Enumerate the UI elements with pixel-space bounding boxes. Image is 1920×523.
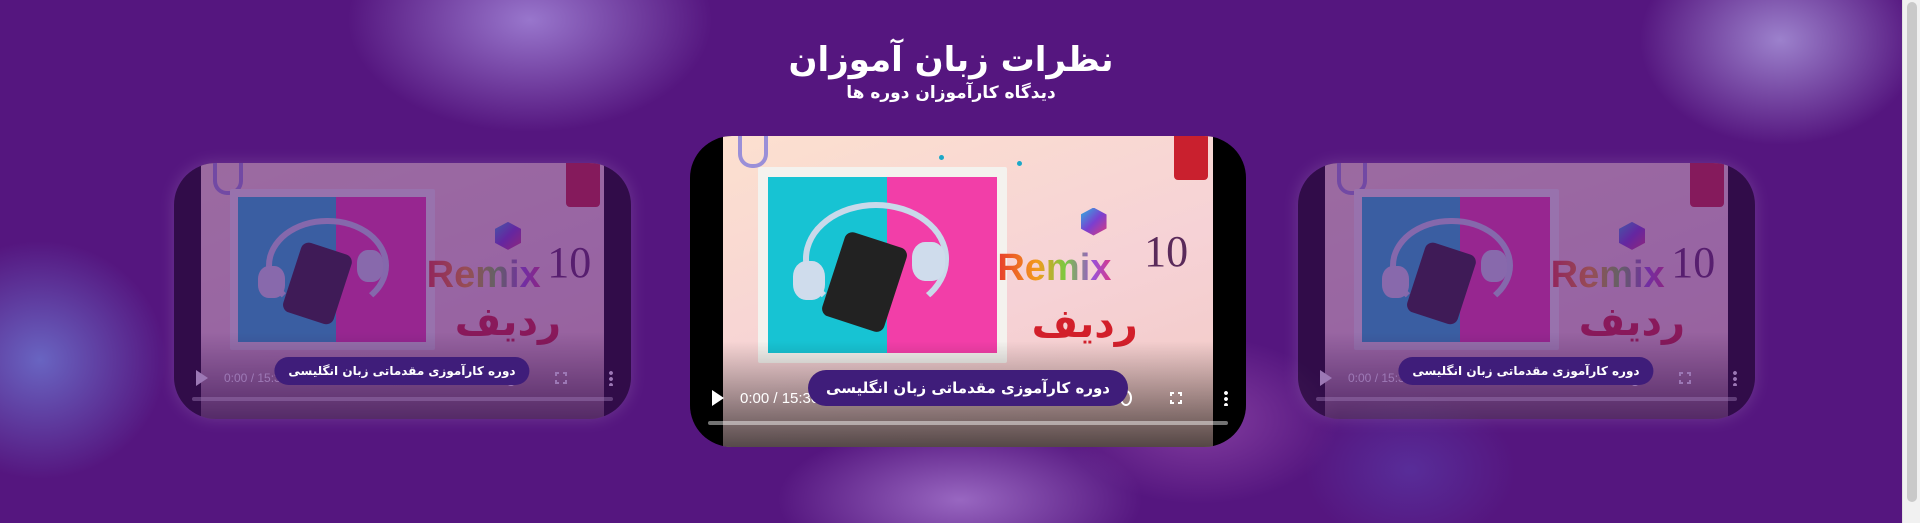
poster-brand: Remix bbox=[1550, 254, 1665, 297]
play-icon[interactable] bbox=[196, 370, 208, 386]
course-label-right: دوره کارآموزی مقدماتی زبان انگلیسی bbox=[1398, 357, 1654, 385]
channel-logo bbox=[1173, 136, 1208, 180]
page-scrollbar[interactable] bbox=[1902, 0, 1920, 523]
more-options-icon[interactable] bbox=[1733, 370, 1737, 386]
channel-logo bbox=[565, 163, 600, 207]
gem-icon bbox=[495, 221, 521, 250]
headphones-photo bbox=[757, 167, 1008, 364]
course-label-left: دوره کارآموزی مقدماتی زبان انگلیسی bbox=[274, 357, 530, 385]
poster-number: 10 bbox=[1144, 227, 1189, 277]
section-heading: نظرات زبان آموزان دیدگاه کارآموزان دوره … bbox=[0, 38, 1902, 104]
section-subtitle: دیدگاه کارآموزان دوره ها bbox=[846, 83, 1056, 103]
play-icon[interactable] bbox=[1320, 370, 1332, 386]
gem-icon bbox=[1619, 221, 1645, 250]
poster-number: 10 bbox=[1671, 237, 1716, 287]
headphones-photo bbox=[1353, 188, 1559, 350]
poster-title: ردیف bbox=[1031, 300, 1138, 347]
fullscreen-icon[interactable] bbox=[1170, 392, 1182, 404]
poster-number: 10 bbox=[547, 237, 592, 287]
progress-bar[interactable] bbox=[708, 421, 1228, 425]
fullscreen-icon[interactable] bbox=[555, 372, 567, 384]
video-time: 0:00 / 15:30 bbox=[740, 389, 820, 407]
channel-logo bbox=[1689, 163, 1724, 207]
more-options-icon[interactable] bbox=[609, 370, 613, 386]
poster-brand: Remix bbox=[997, 246, 1112, 289]
decoration-shape bbox=[738, 136, 769, 168]
play-icon[interactable] bbox=[712, 390, 724, 406]
course-label-center: دوره کارآموزی مقدماتی زبان انگلیسی bbox=[808, 370, 1128, 406]
scrollbar-thumb[interactable] bbox=[1907, 2, 1917, 502]
fullscreen-icon[interactable] bbox=[1679, 372, 1691, 384]
testimonials-section: نظرات زبان آموزان دیدگاه کارآموزان دوره … bbox=[0, 0, 1902, 523]
poster-brand: Remix bbox=[426, 254, 541, 297]
section-title: نظرات زبان آموزان bbox=[788, 40, 1114, 80]
headphones-photo bbox=[229, 188, 435, 350]
more-options-icon[interactable] bbox=[1224, 390, 1228, 406]
gem-icon bbox=[1080, 207, 1107, 236]
progress-bar[interactable] bbox=[192, 397, 613, 401]
progress-bar[interactable] bbox=[1316, 397, 1737, 401]
